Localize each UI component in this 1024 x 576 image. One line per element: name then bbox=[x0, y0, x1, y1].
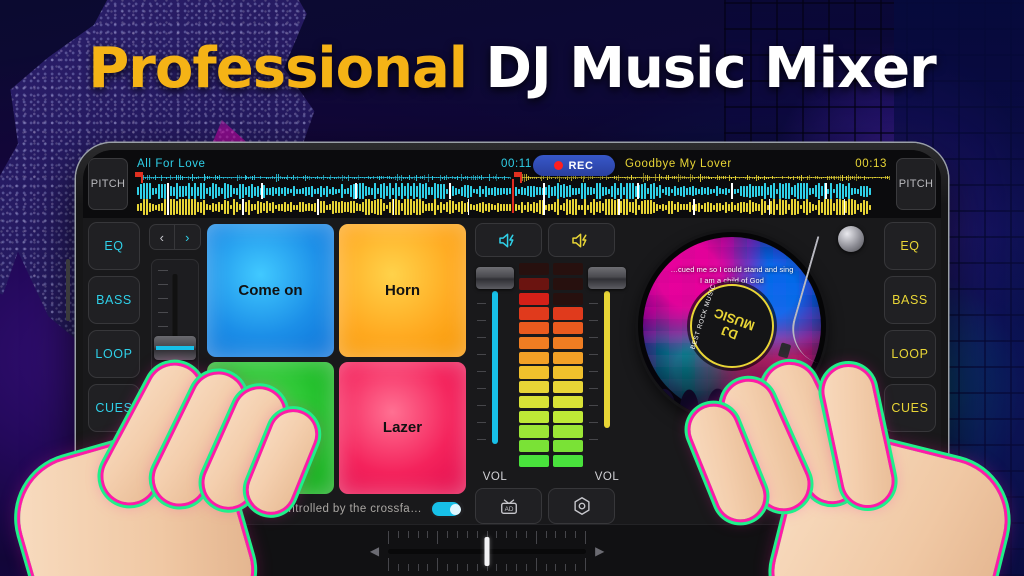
crossfader[interactable] bbox=[388, 530, 587, 571]
sample-pad-horn[interactable]: Horn bbox=[339, 224, 466, 357]
deck-a-mini-waveform[interactable] bbox=[133, 172, 512, 183]
pitch-button-deck-a[interactable]: PITCH bbox=[88, 158, 128, 210]
app-screen: PITCH All For Love 00:11 Goodbye My Love… bbox=[83, 150, 941, 576]
sidebar-item-cues-left[interactable]: CUES bbox=[88, 384, 140, 432]
crossfader-handle[interactable] bbox=[484, 536, 490, 566]
phone-frame: PITCH All For Love 00:11 Goodbye My Love… bbox=[66, 143, 948, 576]
mixer-panel: VOL VOL AD bbox=[470, 218, 626, 524]
sample-pads-zone: Come on Horn Yeah Lazer controlled by th… bbox=[203, 218, 470, 524]
led-level-meters bbox=[519, 263, 583, 485]
sidebar-item-loop-right[interactable]: LOOP bbox=[884, 330, 936, 378]
sidebar-item-loop-left[interactable]: LOOP bbox=[88, 330, 140, 378]
led-meter-a bbox=[519, 263, 549, 467]
sidebar-item-cues-right[interactable]: CUES bbox=[884, 384, 936, 432]
arrow-left-icon[interactable]: ◀ bbox=[370, 544, 379, 558]
arrow-record-icon: ➞ bbox=[98, 542, 109, 558]
crossfade-option-label: controlled by the crossfa… bbox=[275, 503, 422, 515]
left-rail: EQ BASS LOOP CUES bbox=[83, 218, 145, 524]
speaker-bolt-button-a[interactable] bbox=[475, 223, 542, 257]
pad-bank-nav[interactable]: ‹ › bbox=[148, 224, 201, 250]
speaker-bolt-button-b[interactable] bbox=[548, 223, 615, 257]
sample-pad-grid: Come on Horn Yeah Lazer bbox=[207, 224, 466, 494]
deck-a-cue-record-button[interactable]: ➞ bbox=[88, 533, 131, 568]
crossfade-toggle[interactable] bbox=[430, 500, 464, 518]
record-dot-icon bbox=[112, 546, 121, 555]
sample-pad-come-on[interactable]: Come on bbox=[207, 224, 334, 357]
ad-button[interactable]: AD bbox=[475, 488, 542, 524]
chevron-right-icon[interactable]: › bbox=[175, 225, 200, 249]
svg-text:AD: AD bbox=[504, 506, 513, 513]
arrow-right-icon[interactable]: ▶ bbox=[595, 544, 604, 558]
deck-a-volume-handle[interactable] bbox=[476, 267, 514, 289]
record-label: REC bbox=[568, 159, 594, 172]
waveform-strip: PITCH All For Love 00:11 Goodbye My Love… bbox=[83, 150, 941, 218]
chevron-left-icon[interactable]: ‹ bbox=[150, 225, 175, 249]
settings-hex-button[interactable] bbox=[548, 488, 615, 524]
deck-b-time: 00:13 bbox=[855, 157, 887, 170]
crossfade-option-row: controlled by the crossfa… bbox=[207, 494, 466, 524]
deck-b-reset-button[interactable]: RESET bbox=[775, 533, 839, 568]
sidebar-item-eq-left[interactable]: EQ bbox=[88, 222, 140, 270]
waveform-header: All For Love 00:11 Goodbye My Lover 00:1… bbox=[133, 156, 891, 171]
deck-b-vol-label: VOL bbox=[594, 471, 620, 483]
deck-b-cue-record-button[interactable]: ➞ bbox=[843, 533, 887, 568]
sample-pad-lazer[interactable]: Lazer bbox=[339, 361, 466, 494]
meter-zone: VOL VOL bbox=[475, 263, 626, 485]
vinyl-center-label: DJ MUSIC BEST ROCK MUSIC bbox=[690, 283, 774, 368]
deck-a-vol-label: VOL bbox=[482, 471, 508, 483]
main-body: EQ BASS LOOP CUES ‹ › Come on Horn Yeah … bbox=[83, 218, 941, 524]
deck-a-volume-column: VOL bbox=[475, 263, 515, 485]
record-button[interactable]: REC bbox=[533, 155, 615, 176]
playhead-marker bbox=[512, 179, 514, 213]
record-dot-icon bbox=[554, 161, 564, 170]
pitch-button-deck-b[interactable]: PITCH bbox=[896, 158, 936, 210]
deck-a-reset-button[interactable]: RESET bbox=[135, 533, 199, 568]
deck-a-fader-handle[interactable] bbox=[153, 336, 196, 360]
vinyl-label-text: DJ MUSIC bbox=[708, 306, 756, 346]
phone-side-button[interactable] bbox=[66, 259, 70, 321]
sidebar-item-bass-right[interactable]: BASS bbox=[884, 276, 936, 324]
crossfader-group: ◀ ▶ bbox=[370, 530, 604, 571]
settings-button[interactable]: SET bbox=[891, 533, 936, 568]
bottom-bar: ➞ RESET ◀ ▶ RESET ➞ SET bbox=[83, 524, 941, 576]
arrow-record-icon: ➞ bbox=[853, 542, 865, 558]
record-dot-icon bbox=[868, 546, 877, 555]
speaker-bolt-icon bbox=[499, 233, 514, 247]
deck-b-track-title: Goodbye My Lover bbox=[625, 157, 732, 170]
sidebar-item-bass-left[interactable]: BASS bbox=[88, 276, 140, 324]
deck-a-track-title: All For Love bbox=[137, 157, 206, 170]
deck-a-pitch-fader[interactable] bbox=[150, 259, 199, 425]
turntable-deck[interactable]: …cued me so I could stand and sing I am … bbox=[620, 218, 879, 524]
deck-a-controls: ‹ › bbox=[145, 218, 203, 524]
speaker-button-row bbox=[475, 223, 615, 257]
deck-a-time: 00:11 bbox=[501, 157, 532, 170]
waveform-area[interactable]: All For Love 00:11 Goodbye My Lover 00:1… bbox=[133, 155, 891, 215]
led-meter-b bbox=[553, 263, 583, 467]
lyrics-overlay: …cued me so I could stand and sing I am … bbox=[638, 264, 826, 286]
right-rail: EQ BASS LOOP CUES bbox=[879, 218, 941, 524]
ad-tv-icon: AD bbox=[500, 499, 517, 514]
tonearm-pivot-icon[interactable] bbox=[838, 226, 864, 252]
mixer-bottom-buttons: AD bbox=[475, 485, 615, 524]
title-rest: DJ Music Mixer bbox=[485, 36, 936, 101]
sample-pad-yeah[interactable]: Yeah bbox=[207, 361, 334, 494]
lyrics-line-1: …cued me so I could stand and sing bbox=[670, 264, 794, 274]
deck-a-volume-fader[interactable] bbox=[475, 263, 515, 470]
hexagon-gear-icon bbox=[573, 497, 590, 515]
title-highlight: Professional bbox=[88, 36, 468, 101]
speaker-bolt-icon bbox=[572, 233, 587, 247]
sidebar-item-eq-right[interactable]: EQ bbox=[884, 222, 936, 270]
page-title: Professional DJ Music Mixer bbox=[0, 36, 1024, 101]
